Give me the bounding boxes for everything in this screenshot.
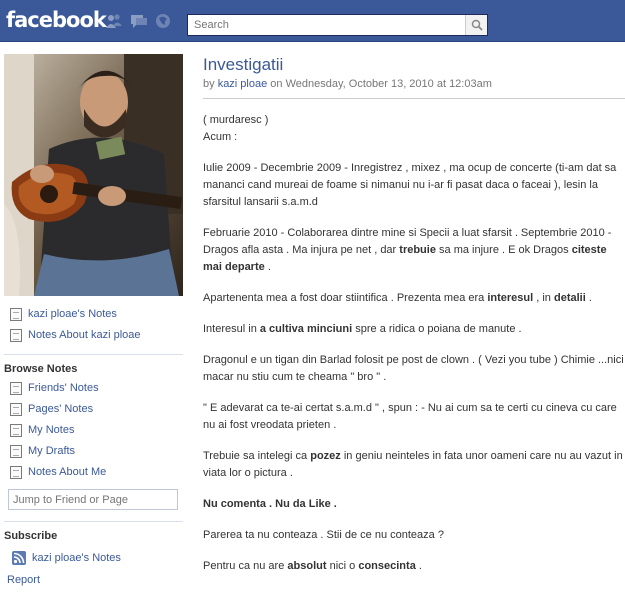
sidebar-item-label: Notes About kazi ploae bbox=[28, 329, 141, 341]
paragraph-line: Acum : bbox=[203, 131, 238, 143]
sidebar-item-my-notes[interactable]: My Notes bbox=[10, 421, 74, 439]
note-page-icon bbox=[10, 444, 22, 458]
text-run: nici o bbox=[329, 560, 356, 572]
subscribe-notes-link[interactable]: kazi ploae's Notes bbox=[12, 549, 121, 567]
sidebar-item-label: Friends' Notes bbox=[28, 382, 99, 394]
note-page-icon bbox=[10, 465, 22, 479]
search-input[interactable] bbox=[188, 15, 464, 35]
paragraph: Interesul in a cultiva minciuni spre a r… bbox=[203, 321, 625, 338]
sidebar-item-label: kazi ploae's Notes bbox=[28, 308, 117, 320]
paragraph: Pentru ca nu are absolut nici o consecin… bbox=[203, 558, 625, 575]
paragraph: Dragonul e un tigan din Barlad folosit p… bbox=[203, 354, 624, 383]
author-link[interactable]: kazi ploae bbox=[218, 78, 268, 90]
text-run: , in bbox=[536, 292, 551, 304]
text-run: . bbox=[418, 560, 422, 572]
paragraph: Nu comenta . Nu da Like . bbox=[203, 496, 625, 513]
bold-run: detalii bbox=[554, 292, 586, 304]
text-run: . bbox=[588, 292, 592, 304]
jump-to-friend-input[interactable] bbox=[8, 489, 178, 510]
paragraph: Trebuie sa intelegi ca pozez in geniu ne… bbox=[203, 448, 625, 482]
bold-run: a cultiva minciuni bbox=[259, 323, 353, 335]
facebook-logo[interactable]: facebook bbox=[6, 8, 107, 32]
note-page-icon bbox=[10, 307, 22, 321]
text-run: . bbox=[267, 261, 271, 273]
note-page-icon bbox=[10, 328, 22, 342]
sidebar-item-label: Pages' Notes bbox=[28, 403, 94, 415]
rss-icon bbox=[12, 551, 26, 565]
sidebar-item-my-drafts[interactable]: My Drafts bbox=[10, 442, 75, 460]
top-bar: facebook bbox=[0, 0, 625, 42]
sidebar-item-notes-about-me[interactable]: Notes About Me bbox=[10, 463, 106, 481]
paragraph: Parerea ta nu conteaza . Stii de ce nu c… bbox=[203, 529, 444, 541]
paragraph: Apartenenta mea a fost doar stiintifica … bbox=[203, 290, 625, 307]
note-byline: by kazi ploae on Wednesday, October 13, … bbox=[203, 78, 625, 90]
sidebar-item-pages-notes[interactable]: Pages' Notes bbox=[10, 400, 93, 418]
sidebar-item-kazi-notes[interactable]: kazi ploae's Notes bbox=[10, 305, 117, 323]
bold-run: consecinta bbox=[358, 560, 416, 572]
note-page-icon bbox=[10, 423, 22, 437]
text-run: Pentru ca nu are bbox=[203, 560, 285, 572]
search-box bbox=[187, 14, 488, 36]
subscribe-title: Subscribe bbox=[4, 530, 58, 542]
subscribe-link-label: kazi ploae's Notes bbox=[32, 552, 121, 564]
bold-run: pozez bbox=[310, 450, 341, 462]
note-content: Investigatii by kazi ploae on Wednesday,… bbox=[203, 54, 625, 589]
sidebar-item-label: My Drafts bbox=[28, 445, 76, 457]
divider bbox=[4, 354, 183, 355]
sidebar-item-label: My Notes bbox=[28, 424, 75, 436]
paragraph-line: ( murdaresc ) bbox=[203, 114, 269, 126]
text-run: sa ma injure . E ok Dragos bbox=[439, 244, 569, 256]
note-body: ( murdaresc ) Acum : Iulie 2009 - Decemb… bbox=[203, 112, 625, 575]
text-run: spre a ridica o poiana de manute . bbox=[355, 323, 522, 335]
sidebar-item-label: Notes About Me bbox=[28, 466, 107, 478]
text-run: Trebuie sa intelegi ca bbox=[203, 450, 308, 462]
paragraph: Iulie 2009 - Decembrie 2009 - Inregistre… bbox=[203, 162, 617, 208]
note-date: on Wednesday, October 13, 2010 at 12:03a… bbox=[270, 78, 492, 90]
text-run: Interesul in bbox=[203, 323, 257, 335]
sidebar-item-friends-notes[interactable]: Friends' Notes bbox=[10, 379, 99, 397]
bold-run: absolut bbox=[287, 560, 327, 572]
note-title: Investigatii bbox=[203, 55, 284, 74]
messages-icon[interactable] bbox=[130, 13, 148, 29]
profile-photo[interactable] bbox=[4, 54, 183, 296]
note-page-icon bbox=[10, 402, 22, 416]
paragraph: " E adevarat ca te-ai certat s.a.m.d " ,… bbox=[203, 402, 617, 431]
sidebar-item-notes-about-kazi[interactable]: Notes About kazi ploae bbox=[10, 326, 141, 344]
search-icon bbox=[471, 19, 483, 31]
browse-notes-title: Browse Notes bbox=[4, 363, 78, 375]
report-link[interactable]: Report bbox=[7, 574, 40, 586]
byline-by: by bbox=[203, 78, 215, 90]
title-divider bbox=[203, 98, 625, 99]
text-run: Apartenenta mea a fost doar stiintifica … bbox=[203, 292, 485, 304]
paragraph: Februarie 2010 - Colaborarea dintre mine… bbox=[203, 225, 625, 276]
bold-run: interesul bbox=[487, 292, 534, 304]
notifications-icon[interactable] bbox=[154, 13, 172, 29]
bold-run: Nu comenta . Nu da Like . bbox=[203, 498, 337, 510]
paragraph: ( murdaresc ) Acum : bbox=[203, 112, 625, 146]
bold-run: trebuie bbox=[399, 244, 436, 256]
divider bbox=[4, 521, 183, 522]
search-button[interactable] bbox=[465, 15, 487, 35]
note-page-icon bbox=[10, 381, 22, 395]
friends-icon[interactable] bbox=[105, 13, 123, 29]
